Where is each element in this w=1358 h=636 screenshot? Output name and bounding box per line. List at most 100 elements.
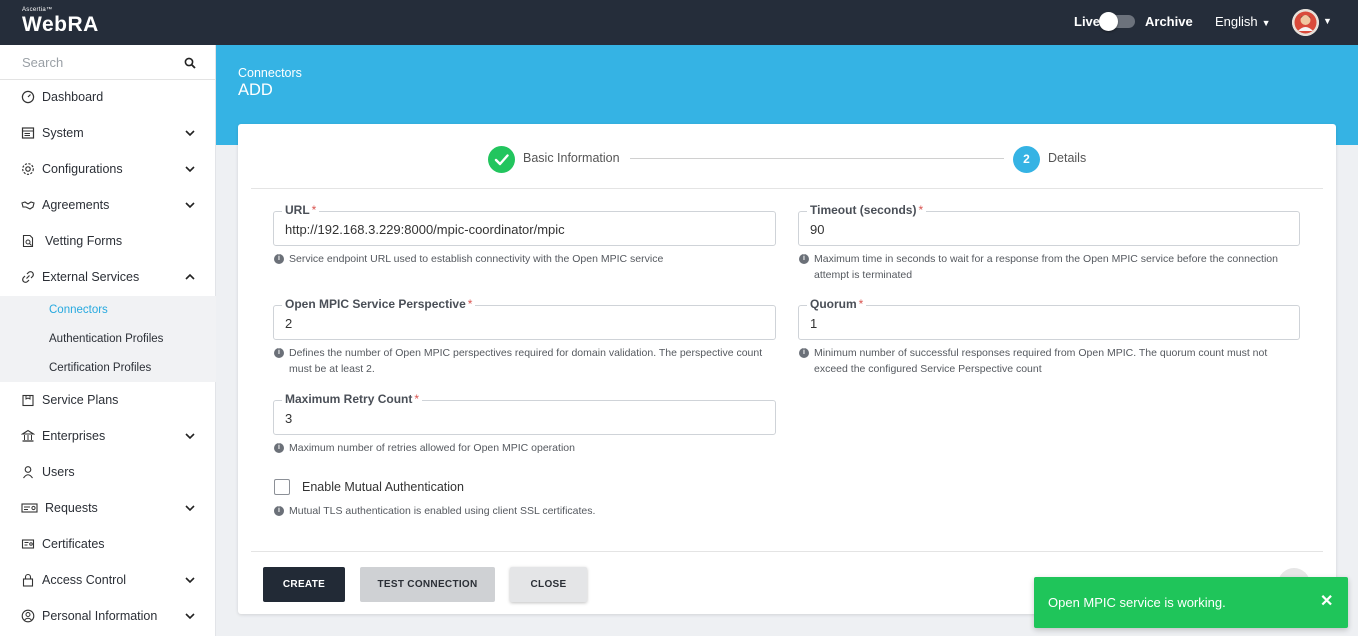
quorum-label: Quorum * [807, 297, 867, 311]
close-button[interactable]: CLOSE [510, 567, 587, 602]
sidebar-item-label: Access Control [42, 573, 127, 587]
url-input[interactable] [274, 212, 775, 245]
quorum-input[interactable] [799, 306, 1299, 339]
field-label-text: URL [285, 203, 310, 217]
brand-name: WebRA [22, 13, 99, 36]
help-text: Mutual TLS authentication is enabled usi… [289, 505, 596, 517]
sidebar-item-label: System [42, 126, 84, 140]
connector-form-card: Basic Information 2 Details URL* iServic… [238, 124, 1336, 614]
perspective-label: Open MPIC Service Perspective * [282, 297, 476, 311]
perspective-help: i Defines the number of Open MPIC perspec… [274, 345, 777, 377]
mutual-auth-label[interactable]: Enable Mutual Authentication [302, 480, 464, 494]
sidebar-item-enterprises[interactable]: Enterprises [0, 422, 216, 450]
required-marker: * [414, 392, 420, 406]
user-icon [21, 465, 35, 479]
submenu-item-connectors[interactable]: Connectors [49, 304, 108, 316]
sidebar-item-certificates[interactable]: Certificates [0, 530, 216, 558]
user-menu-caret-icon[interactable]: ▼ [1323, 16, 1332, 26]
mutual-auth-checkbox[interactable] [274, 479, 290, 495]
mutual-auth-help: i Mutual TLS authentication is enabled us… [274, 503, 777, 519]
info-icon: i [799, 254, 809, 264]
breadcrumb[interactable]: Connectors [238, 66, 302, 80]
field-label-text: Quorum [810, 297, 857, 311]
submenu-item-authentication-profiles[interactable]: Authentication Profiles [49, 333, 163, 345]
sidebar-item-users[interactable]: Users [0, 458, 216, 486]
sidebar-item-dashboard[interactable]: Dashboard [0, 83, 216, 111]
sidebar-item-label: External Services [42, 270, 140, 284]
timeout-help: i Maximum time in seconds to wait for a r… [799, 251, 1301, 283]
page-title: ADD [238, 81, 273, 99]
close-icon[interactable]: ✕ [1320, 594, 1333, 610]
requests-icon [21, 501, 38, 515]
live-archive-toggle[interactable] [1099, 12, 1135, 31]
info-icon: i [799, 348, 809, 358]
success-toast: Open MPIC service is working. ✕ [1034, 577, 1348, 628]
divider [251, 551, 1323, 552]
info-icon: i [274, 254, 284, 264]
help-text: Maximum time in seconds to wait for a re… [814, 253, 1278, 281]
submenu-item-certification-profiles[interactable]: Certification Profiles [49, 362, 151, 374]
retry-count-label: Maximum Retry Count * [282, 392, 423, 406]
sidebar-item-configurations[interactable]: Configurations [0, 155, 216, 183]
required-marker: * [858, 297, 864, 311]
chevron-down-icon [184, 502, 196, 517]
toast-message: Open MPIC service is working. [1048, 595, 1226, 610]
document-search-icon [21, 234, 35, 248]
archive-label: Archive [1145, 14, 1193, 29]
sidebar-item-vetting-forms[interactable]: Vetting Forms [0, 227, 216, 255]
test-connection-button[interactable]: TEST CONNECTION [360, 567, 495, 602]
create-button[interactable]: CREATE [263, 567, 345, 602]
sidebar: Dashboard System Configurations Agreemen… [0, 45, 216, 636]
perspective-field: Open MPIC Service Perspective* [273, 297, 776, 340]
avatar[interactable] [1292, 9, 1319, 36]
sidebar-item-external-services[interactable]: External Services [0, 263, 216, 291]
sidebar-item-access-control[interactable]: Access Control [0, 566, 216, 594]
info-icon: i [274, 506, 284, 516]
search-input[interactable] [0, 45, 180, 79]
sidebar-item-label: Vetting Forms [45, 234, 123, 248]
sidebar-item-requests[interactable]: Requests [0, 494, 216, 522]
chevron-down-icon [184, 199, 196, 214]
help-text: Defines the number of Open MPIC perspect… [289, 347, 763, 375]
sidebar-item-agreements[interactable]: Agreements [0, 191, 216, 219]
field-label-text: Maximum Retry Count [285, 392, 413, 406]
handshake-icon [21, 198, 35, 212]
language-label: English [1215, 14, 1258, 29]
retry-count-help: i Maximum number of retries allowed for O… [274, 440, 777, 456]
link-icon [21, 270, 35, 284]
sidebar-search [0, 45, 216, 80]
caret-down-icon: ▼ [1261, 18, 1271, 28]
step-complete-check-icon [488, 146, 515, 173]
search-icon[interactable] [184, 56, 196, 74]
language-selector[interactable]: English ▼ [1215, 14, 1271, 29]
help-text: Maximum number of retries allowed for Op… [289, 442, 575, 454]
logo[interactable]: Ascertia™ WebRA [22, 7, 99, 36]
sidebar-item-label: Dashboard [42, 90, 104, 104]
sidebar-item-label: Requests [45, 501, 98, 515]
chevron-down-icon [184, 127, 196, 142]
chevron-up-icon [184, 271, 196, 286]
sidebar-item-service-plans[interactable]: Service Plans [0, 386, 216, 414]
field-label-text: Timeout (seconds) [810, 203, 917, 217]
timeout-label: Timeout (seconds) * [807, 203, 927, 217]
step-basic-information[interactable]: Basic Information [523, 151, 620, 165]
external-services-submenu: Connectors Authentication Profiles Certi… [0, 296, 216, 382]
field-label-text: Open MPIC Service Perspective [285, 297, 466, 311]
system-icon [21, 126, 35, 140]
step-number-badge: 2 [1013, 146, 1040, 173]
timeout-field: Timeout (seconds)* [798, 203, 1300, 246]
divider [251, 188, 1323, 189]
stepper-connector [630, 158, 1004, 159]
required-marker: * [467, 297, 473, 311]
sidebar-item-personal-information[interactable]: Personal Information [0, 602, 216, 630]
sidebar-item-label: Certificates [42, 537, 105, 551]
chevron-down-icon [184, 430, 196, 445]
sidebar-item-label: Agreements [42, 198, 110, 212]
toggle-knob [1099, 12, 1118, 31]
sidebar-item-label: Users [42, 465, 75, 479]
top-bar: Ascertia™ WebRA Live Archive English ▼ ▼ [0, 0, 1358, 45]
chevron-down-icon [184, 163, 196, 178]
step-details[interactable]: Details [1048, 151, 1086, 165]
sidebar-item-system[interactable]: System [0, 119, 216, 147]
required-marker: * [918, 203, 924, 217]
